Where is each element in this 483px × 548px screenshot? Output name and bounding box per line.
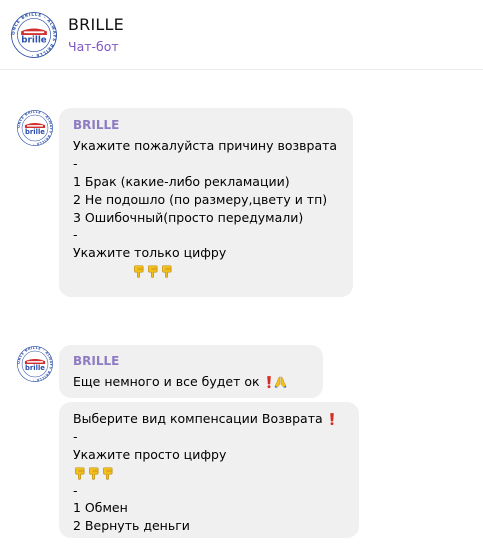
sender-avatar[interactable] [17,110,53,146]
sender-name[interactable]: BRILLE [73,353,309,371]
message-text: Выберите вид компенсации Возврата [73,411,323,426]
pointing-down-icon [73,466,86,480]
pointing-down-icon [132,264,145,278]
pointing-down-icon [87,466,100,480]
message-bubble: BRILLE Укажите пожалуйста причину возвра… [59,108,353,297]
message-line: Еще немного и все будет ок [73,373,309,391]
message-bubble: BRILLE Еще немного и все будет ок [59,345,323,398]
sender-avatar[interactable] [17,346,53,382]
brille-logo[interactable] [11,12,57,58]
message-text: Еще немного и все будет ок [73,374,260,389]
message-line: Укажите только цифру [73,245,227,261]
message-line: - [73,428,78,444]
message-line: - [73,155,78,171]
emoji-line [73,464,345,482]
pointing-down-icon [146,264,159,278]
chat-header: BRILLE Чат-бот [0,0,483,70]
message-line: 3 Ошибочный(просто передумали) [73,209,304,225]
message-bubble: Выберите вид компенсации Возврата - Укаж… [59,402,359,538]
message-line: - [73,227,78,243]
message-text: Укажите пожалуйста причину возврата [73,138,338,153]
message-line: - [73,482,78,498]
exclamation-icon [328,412,336,426]
pointing-down-icon [101,466,114,480]
message-line: Укажите просто цифру [73,446,227,462]
folded-hands-icon [274,375,287,389]
message-line: 1 Брак (какие-либо рекламации) [73,173,290,189]
message-line: 2 Не подошло (по размеру,цвету и тп) [73,191,328,207]
exclamation-icon [265,375,273,389]
message-line: 2 Вернуть деньги [73,518,190,534]
chat-subtitle: Чат-бот [68,39,119,54]
emoji-line [73,262,339,280]
message-line: 1 Обмен [73,500,128,516]
message-line: Укажите пожалуйста причину возврата [73,137,339,155]
pointing-down-icon [160,264,173,278]
chat-title[interactable]: BRILLE [68,15,124,34]
message-line: Выберите вид компенсации Возврата [73,410,345,428]
sender-name[interactable]: BRILLE [73,117,339,135]
